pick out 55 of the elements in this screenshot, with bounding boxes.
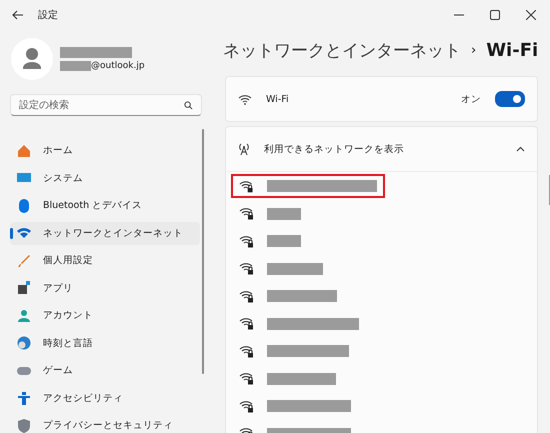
secured-wifi-icon <box>239 180 254 192</box>
sidebar-item[interactable]: アクセシビリティ <box>10 386 200 410</box>
sidebar-item[interactable]: システム <box>10 166 200 190</box>
redacted-block <box>267 372 336 384</box>
search-icon <box>184 101 193 110</box>
redacted-block <box>267 208 301 220</box>
account-email: @outlook.jp <box>91 61 145 71</box>
toggle-state-label: オン <box>461 92 482 106</box>
page-title: Wi-Fi <box>486 40 538 60</box>
antenna-icon <box>238 142 250 156</box>
secured-wifi-icon <box>239 400 254 412</box>
secured-wifi-icon <box>239 372 254 385</box>
sidebar-item[interactable]: アプリ <box>10 276 200 300</box>
sidebar-item[interactable]: ゲーム <box>10 359 200 382</box>
secured-wifi-icon <box>239 262 254 275</box>
category-icon <box>17 171 31 185</box>
category-icon <box>17 308 31 322</box>
sidebar-item[interactable]: 時刻と言語 <box>10 332 200 354</box>
secured-wifi-icon <box>239 234 254 248</box>
category-icon <box>17 336 31 350</box>
secured-wifi-icon <box>239 207 254 220</box>
category-icon <box>17 418 31 432</box>
wifi-label: Wi-Fi <box>266 94 289 104</box>
sidebar-item[interactable]: アカウント <box>10 304 200 327</box>
maximize-icon[interactable] <box>490 10 500 20</box>
sidebar-item[interactable]: プライバシーとセキュリティ <box>10 414 200 433</box>
scrollbar[interactable] <box>202 129 204 374</box>
category-icon <box>17 198 31 212</box>
sidebar-item[interactable]: ホーム <box>10 139 200 162</box>
breadcrumb-separator: › <box>471 42 476 58</box>
back-arrow-icon[interactable] <box>12 10 24 20</box>
secured-wifi-icon <box>239 290 254 302</box>
wifi-icon <box>238 94 252 104</box>
window-title: 設定 <box>38 8 58 22</box>
secured-wifi-icon <box>239 317 254 330</box>
sidebar-item[interactable]: Bluetooth とデバイス <box>10 194 200 217</box>
available-networks-header[interactable]: 利用できるネットワークを表示 <box>226 127 538 172</box>
redacted-block <box>267 262 323 274</box>
close-icon[interactable] <box>526 10 536 20</box>
sidebar-item[interactable]: 個人用設定 <box>10 249 200 272</box>
category-icon <box>17 226 31 240</box>
breadcrumb-parent[interactable]: ネットワークとインターネット <box>223 38 461 62</box>
avatar-icon <box>11 38 53 80</box>
secured-wifi-icon <box>239 344 254 358</box>
search-field[interactable]: 設定の検索 <box>10 94 202 116</box>
redacted-block <box>267 290 337 302</box>
category-icon <box>17 281 31 295</box>
sidebar-item[interactable]: ネットワークとインターネット <box>10 222 200 244</box>
redacted-block <box>60 61 91 71</box>
redacted-block <box>60 47 132 58</box>
category-icon <box>17 144 31 158</box>
category-icon <box>17 391 31 405</box>
wifi-toggle[interactable] <box>495 91 526 107</box>
redacted-block <box>267 235 301 247</box>
category-icon <box>17 254 31 268</box>
